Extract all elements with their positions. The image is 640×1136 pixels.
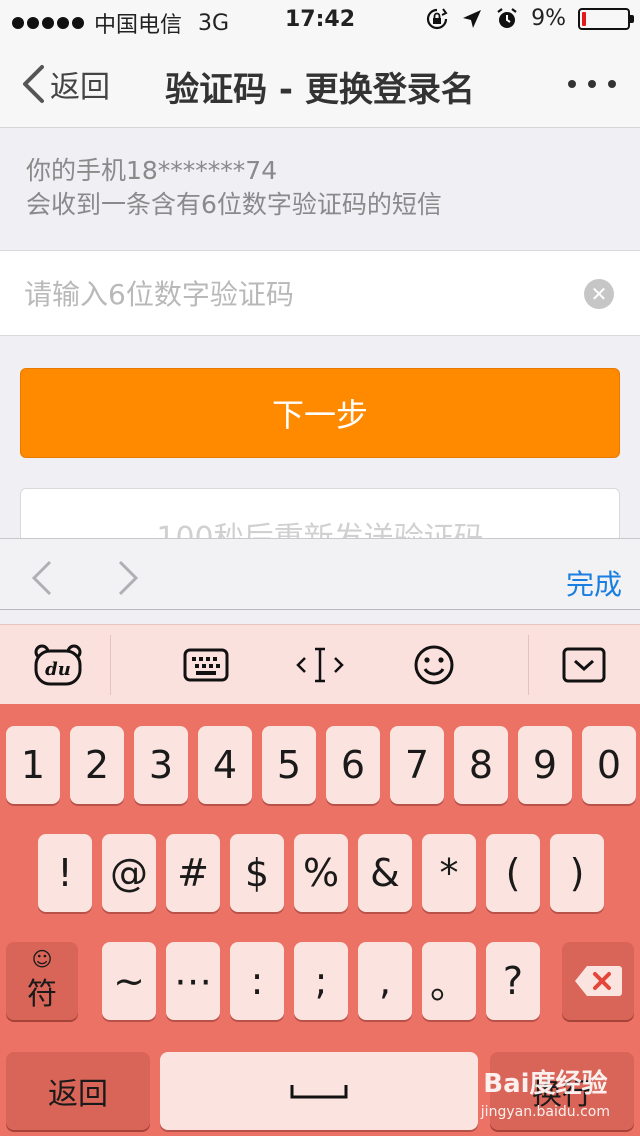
keyboard-key[interactable]: 2 <box>70 726 124 804</box>
keyboard-key[interactable]: 5 <box>262 726 316 804</box>
keyboard-key[interactable]: ! <box>38 834 92 912</box>
verification-code-input[interactable] <box>24 269 564 319</box>
battery-fill <box>582 11 586 26</box>
keyboard-key[interactable]: ~ <box>102 942 156 1020</box>
sms-description-line: 会收到一条含有6位数字验证码的短信 <box>26 190 442 219</box>
keyboard-key[interactable]: 。 <box>422 942 476 1020</box>
baidu-jingyan-watermark: Bai度经验 jingyan.baidu.com <box>481 1070 610 1126</box>
chevron-down-icon <box>562 647 606 683</box>
page-title: 验证码 - 更换登录名 <box>165 70 475 110</box>
keyboard-key[interactable]: ⋯ <box>166 942 220 1020</box>
watermark-brand: Bai度经验 <box>483 1069 608 1099</box>
status-right: 9% <box>425 6 634 31</box>
battery-percent: 9% <box>531 6 566 31</box>
keyboard-key[interactable]: ) <box>550 834 604 912</box>
backspace-icon <box>575 966 622 996</box>
smiley-face-icon <box>414 645 454 685</box>
keyboard-key[interactable]: : <box>230 942 284 1020</box>
space-bar-icon <box>290 1085 348 1099</box>
keyboard-key[interactable]: 4 <box>198 726 252 804</box>
keyboard-key[interactable]: ( <box>486 834 540 912</box>
keyboard-key[interactable]: % <box>294 834 348 912</box>
chevron-right-icon <box>118 560 139 596</box>
keyboard-key[interactable]: , <box>358 942 412 1020</box>
keyboard-key[interactable]: # <box>166 834 220 912</box>
location-arrow-icon <box>463 9 482 28</box>
sms-info: 你的手机18*******74 会收到一条含有6位数字验证码的短信 <box>26 154 442 222</box>
smiley-face-icon: ☺ <box>31 947 53 971</box>
orientation-lock-icon <box>427 7 448 29</box>
next-field-button[interactable] <box>116 559 140 601</box>
keyboard-key[interactable]: $ <box>230 834 284 912</box>
keyboard-key[interactable]: ? <box>486 942 540 1020</box>
verification-code-row: ✕ <box>0 250 640 336</box>
watermark-url: jingyan.baidu.com <box>480 1104 610 1120</box>
baidu-du-logo-icon: du <box>34 644 82 686</box>
cursor-move-button[interactable] <box>292 639 348 691</box>
keyboard-icon <box>183 648 229 682</box>
keyboard-key[interactable]: @ <box>102 834 156 912</box>
status-bar: 中国电信 3G 17:42 9% <box>0 0 640 40</box>
keyboard-key[interactable]: 0 <box>582 726 636 804</box>
previous-field-button[interactable] <box>30 559 54 601</box>
more-menu-button[interactable] <box>568 80 616 88</box>
keyboard-key[interactable]: & <box>358 834 412 912</box>
keyboard-key[interactable]: 8 <box>454 726 508 804</box>
keyboard-key[interactable]: * <box>422 834 476 912</box>
space-key[interactable] <box>160 1052 478 1130</box>
backspace-key[interactable] <box>562 942 634 1020</box>
keyboard-key[interactable]: 9 <box>518 726 572 804</box>
more-dot-icon <box>588 80 596 88</box>
next-step-button[interactable]: 下一步 <box>20 368 620 458</box>
keyboard-toolbar: du <box>0 624 640 704</box>
symbols-key-label: 符 <box>27 977 57 1012</box>
cursor-move-icon <box>296 647 344 683</box>
hide-keyboard-button[interactable] <box>556 639 612 691</box>
keyboard-gap <box>0 610 640 624</box>
chevron-left-icon <box>31 560 52 596</box>
close-icon: ✕ <box>590 282 608 306</box>
symbols-toggle-key[interactable]: ☺ 符 <box>6 942 78 1020</box>
done-button[interactable]: 完成 <box>566 563 622 603</box>
phone-number-line: 你的手机18*******74 <box>26 156 278 185</box>
emoji-button[interactable] <box>406 639 462 691</box>
alarm-clock-icon <box>497 7 517 28</box>
keyboard-key[interactable]: ; <box>294 942 348 1020</box>
keyboard-key[interactable]: 3 <box>134 726 188 804</box>
keyboard-accessory-bar: 完成 <box>0 538 640 610</box>
keyboard-key[interactable]: 6 <box>326 726 380 804</box>
keyboard-layout-button[interactable] <box>178 639 234 691</box>
clear-input-button[interactable]: ✕ <box>584 279 614 309</box>
baidu-ime-button[interactable]: du <box>28 639 88 691</box>
svg-text:du: du <box>45 659 71 680</box>
keyboard-key[interactable]: 7 <box>390 726 444 804</box>
navigation-bar: 返回 验证码 - 更换登录名 <box>0 40 640 128</box>
more-dot-icon <box>568 80 576 88</box>
return-key[interactable]: 返回 <box>6 1052 150 1130</box>
keyboard-key[interactable]: 1 <box>6 726 60 804</box>
more-dot-icon <box>608 80 616 88</box>
battery-icon <box>578 7 634 30</box>
